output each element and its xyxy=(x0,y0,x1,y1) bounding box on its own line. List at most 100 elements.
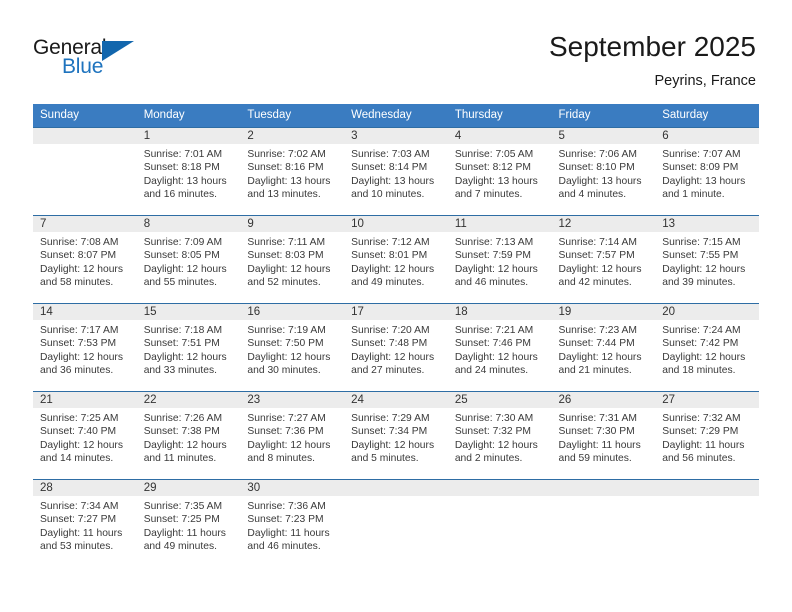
calendar-day-cell[interactable]: 3 Sunrise: 7:03 AM Sunset: 8:14 PM Daylight… xyxy=(344,127,448,215)
calendar-day-cell[interactable]: 25 Sunrise: 7:30 AM Sunset: 7:32 PM Dayligh… xyxy=(447,391,552,479)
day-number: 14 xyxy=(33,304,137,320)
sunset-text: Sunset: 7:50 PM xyxy=(247,338,324,350)
calendar-day-cell[interactable]: 24 Sunrise: 7:29 AM Sunset: 7:34 PM Dayligh… xyxy=(344,391,448,479)
day-cell-inner: 1 Sunrise: 7:01 AM Sunset: 8:18 PM Daylight… xyxy=(136,127,241,215)
day-cell-inner: 15 Sunrise: 7:18 AM Sunset: 7:51 PM Dayligh… xyxy=(136,303,241,391)
sunrise-text: Sunrise: 7:01 AM xyxy=(143,149,223,160)
generalblue-logo[interactable]: General Blue xyxy=(33,36,153,82)
sunset-text: Sunset: 8:12 PM xyxy=(454,162,531,174)
daylight-text: Daylight: 12 hours and 42 minutes. xyxy=(558,263,642,289)
calendar-day-cell[interactable]: 22 Sunrise: 7:26 AM Sunset: 7:38 PM Dayligh… xyxy=(136,391,241,479)
calendar-day-cell[interactable]: 17 Sunrise: 7:20 AM Sunset: 7:48 PM Dayligh… xyxy=(344,303,448,391)
daylight-text: Daylight: 12 hours and 2 minutes. xyxy=(454,439,538,465)
calendar-day-cell[interactable]: 26 Sunrise: 7:31 AM Sunset: 7:30 PM Dayligh… xyxy=(551,391,656,479)
sunrise-text: Sunrise: 7:20 AM xyxy=(351,325,430,336)
calendar-day-cell[interactable]: 6 Sunrise: 7:07 AM Sunset: 8:09 PM Daylight… xyxy=(655,127,759,215)
day-number: 19 xyxy=(551,304,656,320)
calendar-day-cell[interactable]: 5 Sunrise: 7:06 AM Sunset: 8:10 PM Daylight… xyxy=(551,127,656,215)
calendar-day-cell[interactable]: 14 Sunrise: 7:17 AM Sunset: 7:53 PM Dayligh… xyxy=(33,303,137,391)
sunset-text: Sunset: 8:09 PM xyxy=(662,162,739,174)
daylight-text: Daylight: 12 hours and 14 minutes. xyxy=(40,439,123,465)
daylight-text: Daylight: 12 hours and 49 minutes. xyxy=(351,263,435,289)
calendar-table: Sunday Monday Tuesday Wednesday Thursday… xyxy=(33,104,759,567)
day-number: 26 xyxy=(551,392,656,408)
daylight-text: Daylight: 12 hours and 58 minutes. xyxy=(40,263,123,289)
day-details: Sunrise: 7:25 AM Sunset: 7:40 PM Daylight:… xyxy=(33,408,137,466)
calendar-day-cell[interactable]: 7 Sunrise: 7:08 AM Sunset: 8:07 PM Daylight… xyxy=(33,215,137,303)
weekday-header-monday: Monday xyxy=(136,104,241,127)
day-details: Sunrise: 7:21 AM Sunset: 7:46 PM Daylight:… xyxy=(448,320,552,378)
day-cell-inner: 29 Sunrise: 7:35 AM Sunset: 7:25 PM Dayligh… xyxy=(136,479,241,567)
day-cell-inner: 8 Sunrise: 7:09 AM Sunset: 8:05 PM Daylight… xyxy=(136,215,241,303)
day-number: 12 xyxy=(551,216,656,232)
day-details: Sunrise: 7:24 AM Sunset: 7:42 PM Daylight:… xyxy=(655,320,759,378)
calendar-week-row: 21 Sunrise: 7:25 AM Sunset: 7:40 PM Dayligh… xyxy=(33,391,759,479)
day-details xyxy=(655,496,759,500)
sunset-text: Sunset: 7:55 PM xyxy=(662,250,739,262)
day-number: 1 xyxy=(136,128,241,144)
daylight-text: Daylight: 12 hours and 8 minutes. xyxy=(247,439,331,465)
sunset-text: Sunset: 7:29 PM xyxy=(662,426,739,438)
day-cell-inner: 9 Sunrise: 7:11 AM Sunset: 8:03 PM Daylight… xyxy=(240,215,345,303)
daylight-text: Daylight: 12 hours and 21 minutes. xyxy=(558,351,642,377)
calendar-day-cell[interactable]: 19 Sunrise: 7:23 AM Sunset: 7:44 PM Dayligh… xyxy=(551,303,656,391)
sunset-text: Sunset: 7:42 PM xyxy=(662,338,739,350)
day-number: 24 xyxy=(344,392,448,408)
sunset-text: Sunset: 7:53 PM xyxy=(40,338,117,350)
calendar-day-cell[interactable]: 4 Sunrise: 7:05 AM Sunset: 8:12 PM Daylight… xyxy=(447,127,552,215)
weekday-header-friday: Friday xyxy=(551,104,656,127)
sunset-text: Sunset: 8:01 PM xyxy=(351,250,428,262)
sunset-text: Sunset: 7:44 PM xyxy=(558,338,635,350)
sunrise-text: Sunrise: 7:35 AM xyxy=(143,501,223,512)
sunrise-text: Sunrise: 7:12 AM xyxy=(351,237,430,248)
calendar-day-cell[interactable]: 2 Sunrise: 7:02 AM Sunset: 8:16 PM Daylight… xyxy=(240,127,345,215)
sunrise-text: Sunrise: 7:06 AM xyxy=(558,149,637,160)
day-details: Sunrise: 7:23 AM Sunset: 7:44 PM Daylight:… xyxy=(552,320,656,378)
calendar-day-cell[interactable]: 13 Sunrise: 7:15 AM Sunset: 7:55 PM Dayligh… xyxy=(655,215,759,303)
daylight-text: Daylight: 12 hours and 24 minutes. xyxy=(454,351,538,377)
calendar-day-cell[interactable]: 1 Sunrise: 7:01 AM Sunset: 8:18 PM Daylight… xyxy=(136,127,241,215)
day-cell-inner: 17 Sunrise: 7:20 AM Sunset: 7:48 PM Dayligh… xyxy=(344,303,448,391)
sunset-text: Sunset: 7:27 PM xyxy=(40,514,117,526)
sunset-text: Sunset: 8:18 PM xyxy=(143,162,220,174)
sunset-text: Sunset: 7:46 PM xyxy=(454,338,531,350)
calendar-day-cell[interactable]: 10 Sunrise: 7:12 AM Sunset: 8:01 PM Dayligh… xyxy=(344,215,448,303)
calendar-day-cell[interactable]: 18 Sunrise: 7:21 AM Sunset: 7:46 PM Dayligh… xyxy=(447,303,552,391)
calendar-day-cell[interactable]: 30 Sunrise: 7:36 AM Sunset: 7:23 PM Dayligh… xyxy=(240,479,345,567)
day-cell-inner: 30 Sunrise: 7:36 AM Sunset: 7:23 PM Dayligh… xyxy=(240,479,345,567)
day-number: 6 xyxy=(655,128,759,144)
day-details: Sunrise: 7:36 AM Sunset: 7:23 PM Daylight:… xyxy=(240,496,344,554)
calendar-day-cell[interactable]: 12 Sunrise: 7:14 AM Sunset: 7:57 PM Dayligh… xyxy=(551,215,656,303)
day-number: 30 xyxy=(240,480,345,496)
calendar-day-cell[interactable]: 9 Sunrise: 7:11 AM Sunset: 8:03 PM Daylight… xyxy=(240,215,345,303)
calendar-day-cell[interactable]: 23 Sunrise: 7:27 AM Sunset: 7:36 PM Dayligh… xyxy=(240,391,345,479)
calendar-body: 1 Sunrise: 7:01 AM Sunset: 8:18 PM Daylight… xyxy=(33,127,759,567)
day-cell-inner: 12 Sunrise: 7:14 AM Sunset: 7:57 PM Dayligh… xyxy=(551,215,656,303)
calendar-day-cell[interactable]: 28 Sunrise: 7:34 AM Sunset: 7:27 PM Dayligh… xyxy=(33,479,137,567)
calendar-day-cell[interactable]: 20 Sunrise: 7:24 AM Sunset: 7:42 PM Dayligh… xyxy=(655,303,759,391)
calendar-day-cell[interactable]: 21 Sunrise: 7:25 AM Sunset: 7:40 PM Dayligh… xyxy=(33,391,137,479)
day-number: 23 xyxy=(240,392,345,408)
day-number: 4 xyxy=(447,128,552,144)
calendar-day-cell[interactable]: 16 Sunrise: 7:19 AM Sunset: 7:50 PM Dayligh… xyxy=(240,303,345,391)
sunrise-text: Sunrise: 7:03 AM xyxy=(351,149,430,160)
calendar-day-cell[interactable]: 15 Sunrise: 7:18 AM Sunset: 7:51 PM Dayligh… xyxy=(136,303,241,391)
daylight-text: Daylight: 11 hours and 46 minutes. xyxy=(247,527,330,553)
daylight-text: Daylight: 12 hours and 18 minutes. xyxy=(662,351,746,377)
day-cell-inner: 2 Sunrise: 7:02 AM Sunset: 8:16 PM Daylight… xyxy=(240,127,345,215)
day-number xyxy=(344,480,448,496)
day-number xyxy=(447,480,552,496)
day-cell-inner: 23 Sunrise: 7:27 AM Sunset: 7:36 PM Dayligh… xyxy=(240,391,345,479)
sunset-text: Sunset: 7:34 PM xyxy=(351,426,428,438)
calendar-day-cell[interactable]: 27 Sunrise: 7:32 AM Sunset: 7:29 PM Dayligh… xyxy=(655,391,759,479)
day-cell-inner: 14 Sunrise: 7:17 AM Sunset: 7:53 PM Dayligh… xyxy=(33,303,137,391)
calendar-day-cell[interactable]: 29 Sunrise: 7:35 AM Sunset: 7:25 PM Dayligh… xyxy=(136,479,241,567)
calendar-day-cell[interactable]: 8 Sunrise: 7:09 AM Sunset: 8:05 PM Daylight… xyxy=(136,215,241,303)
daylight-text: Daylight: 13 hours and 10 minutes. xyxy=(351,175,435,201)
day-details: Sunrise: 7:07 AM Sunset: 8:09 PM Daylight:… xyxy=(655,144,759,202)
daylight-text: Daylight: 13 hours and 4 minutes. xyxy=(558,175,642,201)
calendar-day-cell[interactable]: 11 Sunrise: 7:13 AM Sunset: 7:59 PM Dayligh… xyxy=(447,215,552,303)
sunrise-text: Sunrise: 7:21 AM xyxy=(454,325,534,336)
sunset-text: Sunset: 7:23 PM xyxy=(247,514,324,526)
sunset-text: Sunset: 7:38 PM xyxy=(143,426,220,438)
